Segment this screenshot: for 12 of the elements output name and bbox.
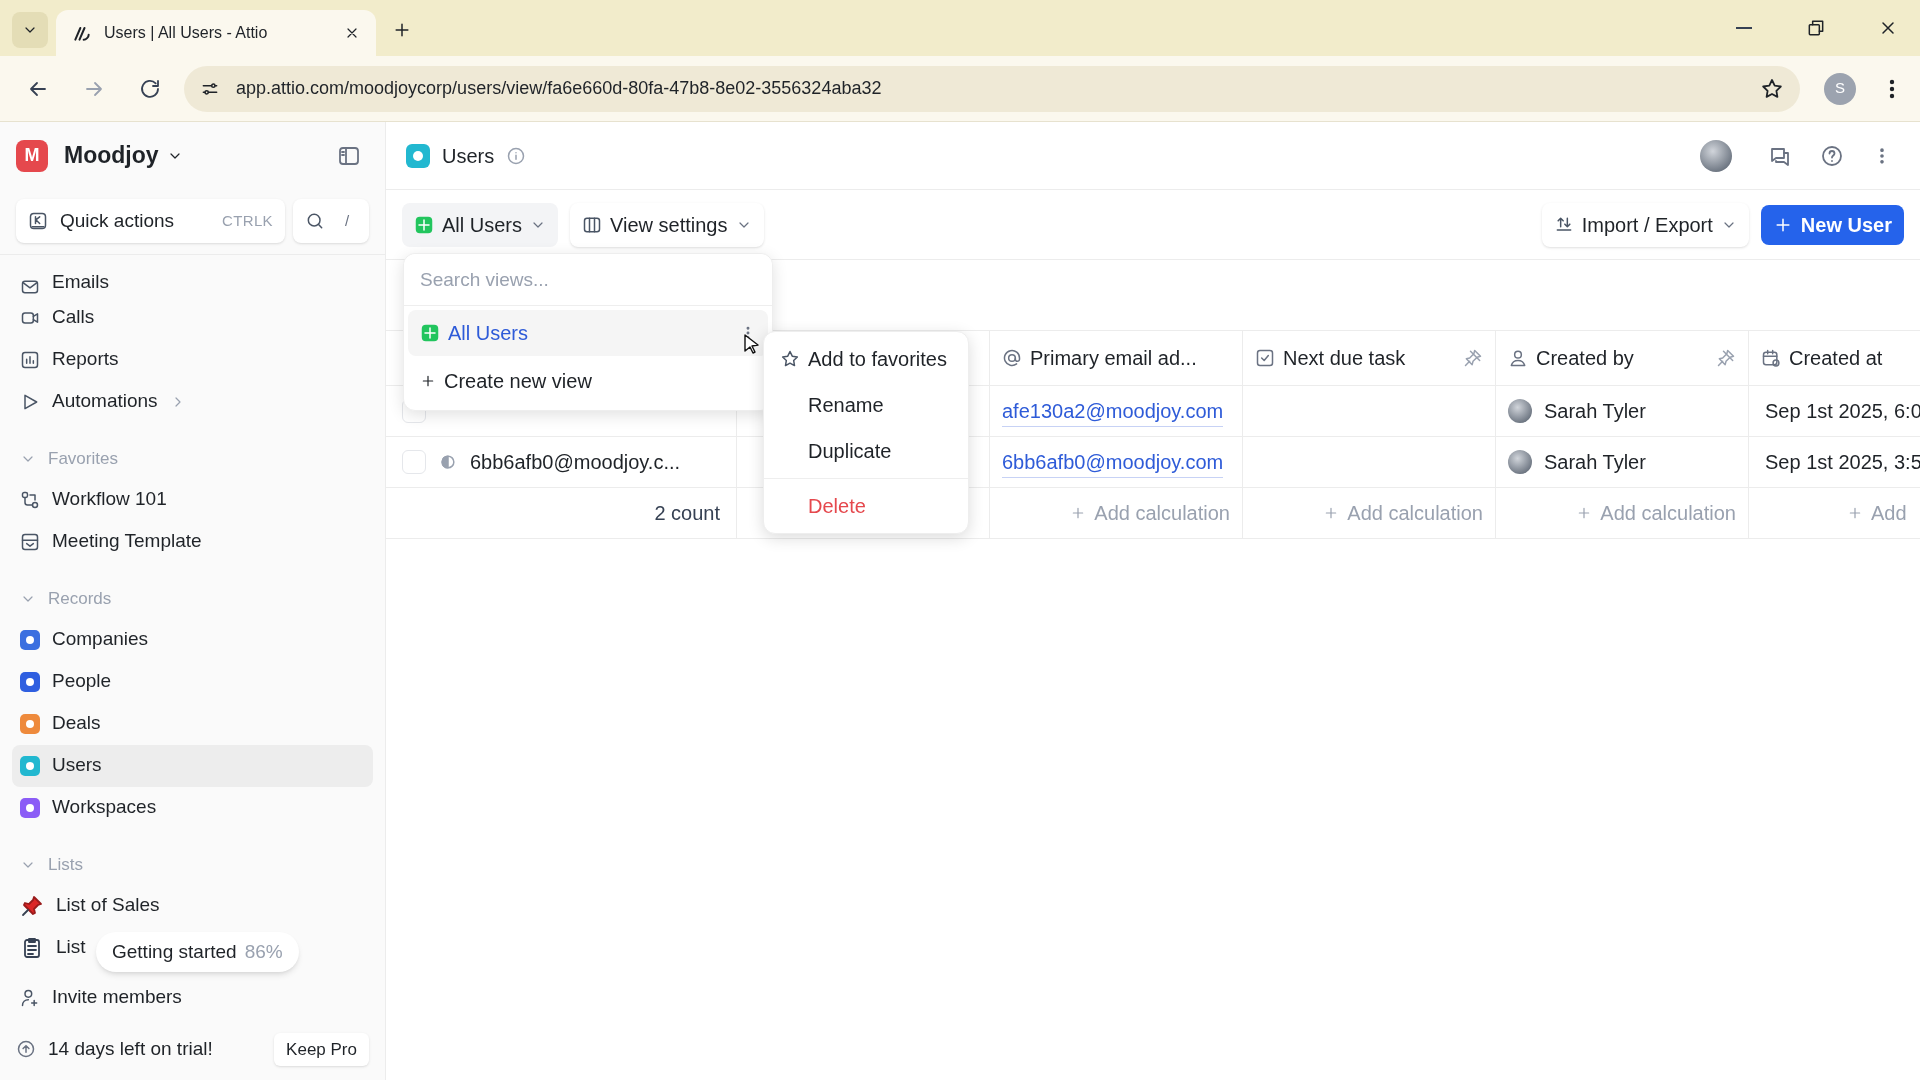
table-cell-text: 6bb6afb0@moodjoy.c...: [470, 450, 681, 475]
trial-text: 14 days left on trial!: [48, 1037, 214, 1062]
url-text: app.attio.com/moodjoycorp/users/view/fa6e660d-80fa-47b8-8e02-3556324aba32: [236, 77, 883, 100]
shortcut-label: /: [345, 211, 350, 232]
tab-title: Users | All Users - Attio: [104, 23, 269, 43]
table-cell-text: Sarah Tyler: [1544, 399, 1646, 424]
workspace-logo: M: [16, 139, 48, 172]
table-cell-text: Sarah Tyler: [1544, 450, 1646, 475]
count-label: 2 count: [654, 501, 720, 526]
quick-actions-label: Quick actions: [60, 209, 176, 234]
shortcut-label: CTRLK: [221, 211, 273, 232]
page-title: Users: [442, 143, 495, 169]
